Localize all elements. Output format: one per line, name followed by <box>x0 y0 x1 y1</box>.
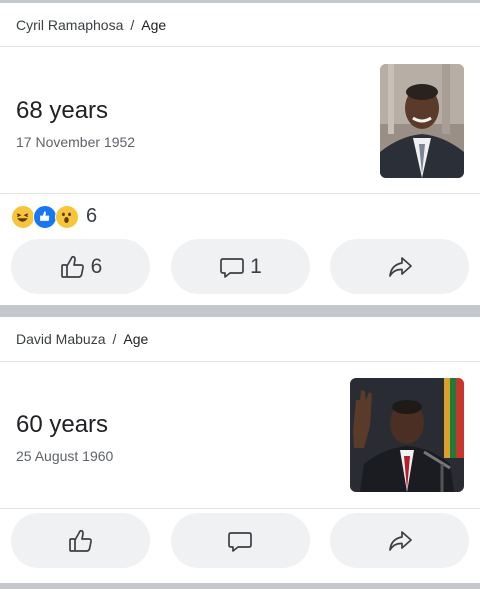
share-icon <box>386 253 414 281</box>
like-count: 6 <box>90 254 103 278</box>
comment-icon <box>226 527 254 555</box>
breadcrumb-topic[interactable]: Age <box>141 17 166 33</box>
birth-date: 17 November 1952 <box>16 134 136 150</box>
like-button[interactable] <box>11 513 150 568</box>
age-value: 60 years <box>16 411 109 438</box>
breadcrumb-separator: / <box>112 331 117 347</box>
like-emoji-icon <box>33 204 57 229</box>
person-photo[interactable] <box>380 64 464 178</box>
laughing-emoji-icon <box>11 204 35 229</box>
action-bar <box>0 509 480 583</box>
answer-panel: 68 years 17 November 1952 <box>0 47 480 194</box>
person-photo[interactable] <box>350 378 464 492</box>
share-icon <box>386 527 414 555</box>
share-button[interactable] <box>330 513 469 568</box>
thumbs-up-icon <box>67 527 95 555</box>
like-button[interactable]: 6 <box>11 239 150 294</box>
reactions-summary[interactable]: 6 <box>0 194 480 239</box>
reaction-count: 6 <box>86 205 98 227</box>
card-separator <box>0 305 480 317</box>
action-bar: 6 1 <box>0 239 480 305</box>
breadcrumb-person[interactable]: Cyril Ramaphosa <box>16 17 123 33</box>
breadcrumb: David Mabuza / Age <box>0 317 480 362</box>
share-button[interactable] <box>330 239 469 294</box>
birth-date: 25 August 1960 <box>16 448 114 464</box>
bottom-separator <box>0 583 480 589</box>
breadcrumb-person[interactable]: David Mabuza <box>16 331 106 347</box>
thumbs-up-icon <box>59 253 87 281</box>
comment-icon <box>218 253 246 281</box>
comment-button[interactable] <box>170 513 310 568</box>
wow-emoji-icon <box>55 204 79 229</box>
breadcrumb: Cyril Ramaphosa / Age <box>0 3 480 47</box>
breadcrumb-separator: / <box>130 16 135 33</box>
comment-count: 1 <box>250 254 262 278</box>
breadcrumb-topic[interactable]: Age <box>123 331 148 347</box>
comment-button[interactable]: 1 <box>170 239 310 294</box>
age-card-ramaphosa: Cyril Ramaphosa / Age 68 years 17 Novemb… <box>0 3 480 305</box>
age-value: 68 years <box>16 97 109 124</box>
answer-panel: 60 years 25 August 1960 <box>0 362 480 509</box>
age-card-mabuza: David Mabuza / Age 60 years 25 August 19… <box>0 317 480 583</box>
